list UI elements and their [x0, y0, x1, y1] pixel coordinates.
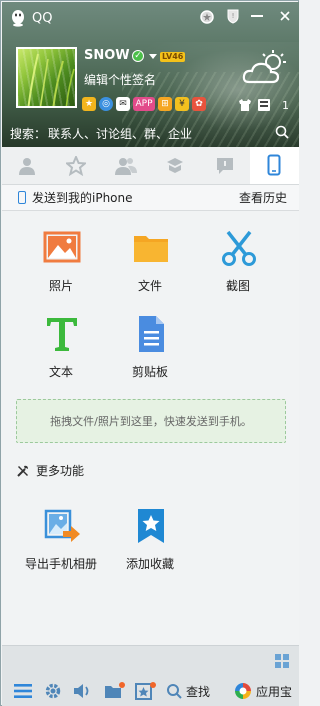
gear-icon	[45, 683, 61, 699]
medal-icon[interactable]	[199, 8, 215, 24]
send-text-button[interactable]: 文本	[21, 301, 101, 381]
app-icons-row: ★ ◎ ✉ APP ⊞ ¥ ✿	[82, 96, 206, 112]
skin-icon[interactable]	[238, 98, 252, 112]
signature-edit[interactable]: 编辑个性签名	[84, 71, 156, 88]
app-store-label: 应用宝	[256, 684, 293, 699]
message-count[interactable]: 1	[282, 98, 289, 112]
vip-star-icon[interactable]: ★	[82, 97, 96, 111]
qq-main-window: QQ ! SNOW ✓ LV46 编辑个性签名 ★ ◎ ✉ APP ⊞ ¥ ✿ …	[0, 0, 299, 706]
export-album-label: 导出手机相册	[24, 557, 97, 571]
folder-icon	[132, 229, 170, 267]
send-header: 发送到我的iPhone 查看历史	[2, 185, 299, 211]
minimize-button[interactable]	[251, 8, 267, 24]
send-photo-label: 照片	[48, 279, 73, 293]
export-album-button[interactable]: 导出手机相册	[21, 493, 101, 573]
more-features-title: 更多功能	[36, 464, 85, 478]
tab-favorites[interactable]	[52, 147, 102, 184]
title-bar: QQ	[10, 8, 52, 28]
level-badge[interactable]: LV46	[160, 52, 186, 62]
sound-button[interactable]	[72, 680, 92, 702]
search-small-icon	[167, 684, 182, 699]
find-label: 查找	[186, 684, 211, 699]
add-favorite-button[interactable]: 添加收藏	[110, 493, 190, 573]
app-store-icon	[235, 683, 251, 699]
message-box-icon[interactable]	[257, 98, 271, 112]
send-file-button[interactable]: 文件	[110, 215, 190, 295]
qq-penguin-icon	[10, 9, 26, 27]
search-icon[interactable]	[275, 125, 289, 139]
main-tabs	[2, 147, 299, 185]
send-screenshot-button[interactable]: 截图	[198, 215, 278, 295]
send-clipboard-button[interactable]: 剪贴板	[110, 301, 190, 381]
system-buttons: !	[199, 8, 293, 24]
online-status-icon[interactable]: ✓	[132, 50, 144, 62]
send-photo-button[interactable]: 照片	[21, 215, 101, 295]
group-icon	[114, 157, 137, 175]
file-manager-button[interactable]	[103, 680, 125, 702]
mail-icon[interactable]: ✉	[116, 97, 130, 111]
weather-icon[interactable]	[241, 48, 289, 88]
speaker-icon	[74, 684, 89, 698]
main-toolbar: 查找 应用宝	[2, 680, 299, 702]
star-box-icon	[135, 682, 156, 700]
nickname[interactable]: SNOW	[84, 48, 130, 63]
tab-phone[interactable]	[249, 147, 299, 184]
favorites-manager-button[interactable]	[134, 680, 156, 702]
bookmark-icon	[132, 507, 170, 545]
tools-icon	[17, 465, 28, 477]
profile-header: QQ ! SNOW ✓ LV46 编辑个性签名 ★ ◎ ✉ APP ⊞ ¥ ✿ …	[2, 2, 299, 147]
photo-icon	[43, 229, 81, 267]
search-bar[interactable]: 搜索： 联系人、讨论组、群、企业	[10, 122, 291, 144]
tab-messages[interactable]	[200, 147, 250, 184]
svg-text:!: !	[232, 12, 235, 20]
bottom-toolbar: 查找 应用宝	[2, 645, 299, 706]
view-history-link[interactable]: 查看历史	[239, 189, 287, 206]
file-dropzone[interactable]: 拖拽文件/照片到这里，快速发送到手机。	[16, 399, 286, 443]
search-input[interactable]: 联系人、讨论组、群、企业	[48, 125, 192, 142]
document-icon	[132, 315, 170, 353]
text-icon	[43, 315, 81, 353]
tab-discussion[interactable]	[151, 147, 201, 184]
menu-icon	[14, 684, 32, 698]
chat-icon	[216, 157, 233, 174]
scissors-icon	[220, 229, 258, 267]
app-store-button[interactable]: 应用宝	[234, 680, 292, 702]
add-favorite-label: 添加收藏	[125, 557, 174, 571]
close-button[interactable]	[277, 8, 293, 24]
game-icon[interactable]: ✿	[192, 97, 206, 111]
qzone-icon[interactable]: ◎	[99, 97, 113, 111]
export-album-icon	[43, 507, 81, 545]
star-icon	[66, 155, 87, 176]
folder-small-icon	[105, 682, 125, 698]
avatar[interactable]	[16, 47, 77, 108]
phone-small-icon	[18, 191, 26, 204]
status-dropdown-arrow-icon[interactable]	[149, 54, 157, 59]
send-to-phone-panel: 发送到我的iPhone 查看历史 照片 文件 截图 文本 剪贴板 拖拽文件/照片…	[2, 185, 299, 645]
wallet-icon[interactable]: ¥	[175, 97, 189, 111]
send-title: 发送到我的iPhone	[32, 191, 133, 205]
person-icon	[18, 157, 35, 175]
app-center-icon[interactable]: APP	[133, 97, 155, 111]
send-clipboard-label: 剪贴板	[131, 365, 168, 379]
send-file-label: 文件	[137, 279, 162, 293]
search-label: 搜索：	[10, 126, 47, 141]
more-features-header: 更多功能	[16, 462, 84, 479]
tab-contacts[interactable]	[2, 147, 52, 184]
shopping-cart-icon[interactable]: ⊞	[158, 97, 172, 111]
cube-icon	[167, 157, 184, 173]
send-text-label: 文本	[48, 365, 73, 379]
tab-groups[interactable]	[101, 147, 151, 184]
phone-icon	[267, 154, 281, 175]
settings-button[interactable]	[44, 680, 62, 702]
app-grid-icon[interactable]	[275, 654, 289, 668]
main-menu-button[interactable]	[14, 680, 32, 702]
app-title: QQ	[32, 10, 53, 26]
find-button[interactable]: 查找	[166, 680, 210, 702]
send-screenshot-label: 截图	[225, 279, 250, 293]
security-shield-icon[interactable]: !	[225, 8, 241, 24]
